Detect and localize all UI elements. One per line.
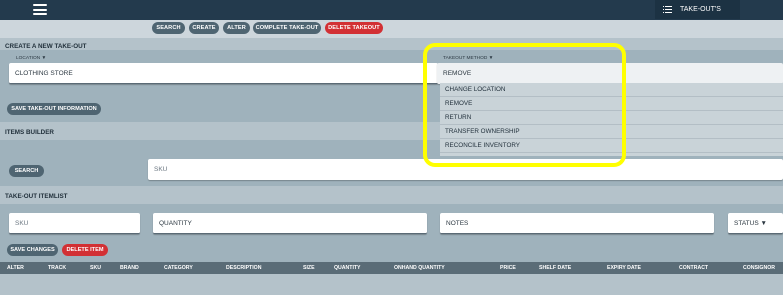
column-header[interactable]: ONHAND QUANTITY bbox=[394, 265, 445, 271]
search-action-button[interactable]: SEARCH bbox=[152, 22, 185, 34]
itemlist-header: TAKE-OUT ITEMLIST bbox=[0, 186, 783, 204]
notes-input[interactable]: NOTES bbox=[440, 213, 714, 234]
column-header[interactable]: BRAND bbox=[120, 265, 139, 271]
location-label[interactable]: LOCATION ▼ bbox=[16, 56, 46, 61]
column-header[interactable]: SKU bbox=[90, 265, 101, 271]
quantity-input[interactable]: QUANTITY bbox=[153, 213, 427, 234]
create-section-title: CREATE A NEW TAKE-OUT bbox=[5, 43, 87, 50]
column-header[interactable]: CONSIGNOR bbox=[743, 265, 775, 271]
complete-takeout-button[interactable]: COMPLETE TAKE-OUT bbox=[253, 22, 321, 34]
column-header[interactable]: ALTER bbox=[7, 265, 24, 271]
column-header[interactable]: SIZE bbox=[303, 265, 315, 271]
column-header[interactable]: CATEGORY bbox=[164, 265, 193, 271]
top-navbar: TAKE-OUT'S bbox=[0, 0, 783, 20]
column-header[interactable]: EXPIRY DATE bbox=[607, 265, 641, 271]
column-header[interactable]: QUANTITY bbox=[334, 265, 361, 271]
column-header[interactable]: SHELF DATE bbox=[539, 265, 571, 271]
list-icon bbox=[663, 5, 672, 14]
highlight-box bbox=[423, 43, 626, 167]
itemlist-title: TAKE-OUT ITEMLIST bbox=[5, 193, 68, 200]
create-section-header: CREATE A NEW TAKE-OUT bbox=[0, 38, 783, 50]
location-field[interactable]: CLOTHING STORE bbox=[9, 63, 438, 84]
itemlist-table-header bbox=[0, 262, 783, 274]
status-select[interactable]: STATUS ▼ bbox=[728, 213, 783, 234]
takeouts-nav-button[interactable]: TAKE-OUT'S bbox=[655, 0, 740, 19]
items-search-button[interactable]: SEARCH bbox=[9, 165, 44, 177]
column-header[interactable]: TRACK bbox=[48, 265, 66, 271]
items-builder-title: ITEMS BUILDER bbox=[5, 129, 54, 136]
save-takeout-button[interactable]: SAVE TAKE-OUT INFORMATION bbox=[7, 103, 101, 115]
itemlist-table-body bbox=[0, 274, 783, 295]
save-changes-button[interactable]: SAVE CHANGES bbox=[7, 244, 58, 256]
alter-action-button[interactable]: ALTER bbox=[223, 22, 250, 34]
column-header[interactable]: CONTRACT bbox=[679, 265, 708, 271]
action-bar bbox=[0, 20, 783, 38]
takeouts-label: TAKE-OUT'S bbox=[680, 6, 721, 13]
column-header[interactable]: PRICE bbox=[500, 265, 516, 271]
delete-item-button[interactable]: DELETE ITEM bbox=[62, 244, 108, 256]
create-action-button[interactable]: CREATE bbox=[189, 22, 219, 34]
itemlist-sku-input[interactable]: SKU bbox=[9, 213, 140, 234]
delete-takeout-button[interactable]: DELETE TAKEOUT bbox=[325, 22, 383, 34]
menu-icon[interactable] bbox=[33, 4, 47, 15]
column-header[interactable]: DESCRIPTION bbox=[226, 265, 261, 271]
